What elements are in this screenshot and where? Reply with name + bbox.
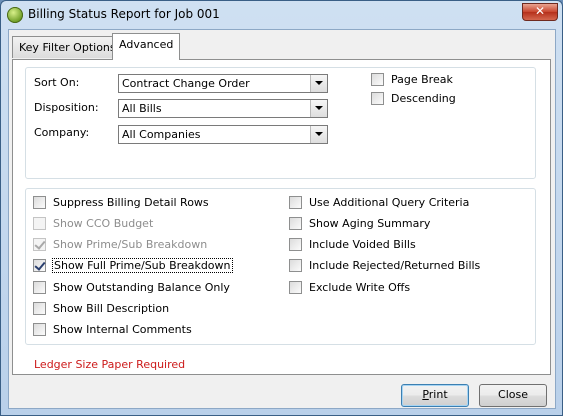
option-label: Include Voided Bills [309, 238, 416, 251]
checkbox-box[interactable] [33, 196, 46, 209]
descending-label: Descending [391, 92, 456, 105]
sort-on-label: Sort On: [34, 76, 80, 89]
option-label: Show Full Prime/Sub Breakdown [52, 258, 233, 273]
close-button[interactable]: Close [479, 384, 547, 407]
print-label-rest: rint [428, 388, 448, 401]
company-value: All Companies [122, 128, 201, 141]
checkbox-box[interactable] [33, 281, 46, 294]
checkbox-box [33, 238, 46, 251]
title-bar[interactable]: Billing Status Report for Job 001 ✕ [1, 1, 562, 29]
option-label: Show CCO Budget [53, 217, 154, 230]
checkbox-box[interactable] [371, 92, 384, 105]
checkbox-box[interactable] [289, 217, 302, 230]
option-label: Suppress Billing Detail Rows [53, 196, 209, 209]
checkbox-box[interactable] [33, 323, 46, 336]
checkbox-box[interactable] [289, 281, 302, 294]
advanced-tab-panel: Sort On: Contract Change Order Dispositi… [12, 59, 551, 375]
disposition-value: All Bills [122, 102, 162, 115]
option-label: Show Aging Summary [309, 217, 431, 230]
chevron-down-icon[interactable] [310, 126, 327, 143]
sort-on-select[interactable]: Contract Change Order [118, 74, 328, 93]
report-options-group: Suppress Billing Detail Rows Show CCO Bu… [25, 188, 536, 345]
option-label: Show Prime/Sub Breakdown [53, 238, 208, 251]
option-label: Exclude Write Offs [309, 281, 411, 294]
dialog-client-area: Key Filter Options Advanced Sort On: Con… [8, 29, 556, 409]
option-label: Show Outstanding Balance Only [53, 281, 230, 294]
page-break-label: Page Break [391, 73, 453, 86]
option-label: Include Rejected/Returned Bills [309, 259, 481, 272]
tab-advanced[interactable]: Advanced [112, 33, 181, 60]
report-dialog: Billing Status Report for Job 001 ✕ Key … [0, 0, 563, 416]
checkbox-box[interactable] [33, 302, 46, 315]
print-button[interactable]: Print [401, 384, 469, 407]
window-title: Billing Status Report for Job 001 [28, 7, 220, 21]
checkbox-box[interactable] [33, 259, 46, 272]
sort-on-value: Contract Change Order [122, 77, 250, 90]
disposition-select[interactable]: All Bills [118, 99, 328, 118]
checkbox-box[interactable] [289, 259, 302, 272]
checkbox-box[interactable] [371, 73, 384, 86]
paper-size-warning: Ledger Size Paper Required [34, 358, 186, 371]
checkbox-box [33, 217, 46, 230]
company-select[interactable]: All Companies [118, 125, 328, 144]
chevron-down-icon[interactable] [310, 75, 327, 92]
checkbox-box[interactable] [289, 196, 302, 209]
checkbox-box[interactable] [289, 238, 302, 251]
tab-key-filter-options[interactable]: Key Filter Options [12, 36, 123, 58]
app-icon [7, 7, 23, 23]
option-label: Show Internal Comments [53, 323, 192, 336]
disposition-label: Disposition: [34, 101, 99, 114]
company-label: Company: [34, 126, 90, 139]
sort-options-group: Sort On: Contract Change Order Dispositi… [25, 67, 536, 179]
option-label: Show Bill Description [53, 302, 170, 315]
chevron-down-icon[interactable] [310, 100, 327, 117]
option-label: Use Additional Query Criteria [309, 196, 470, 209]
window-close-button[interactable]: ✕ [522, 3, 558, 21]
